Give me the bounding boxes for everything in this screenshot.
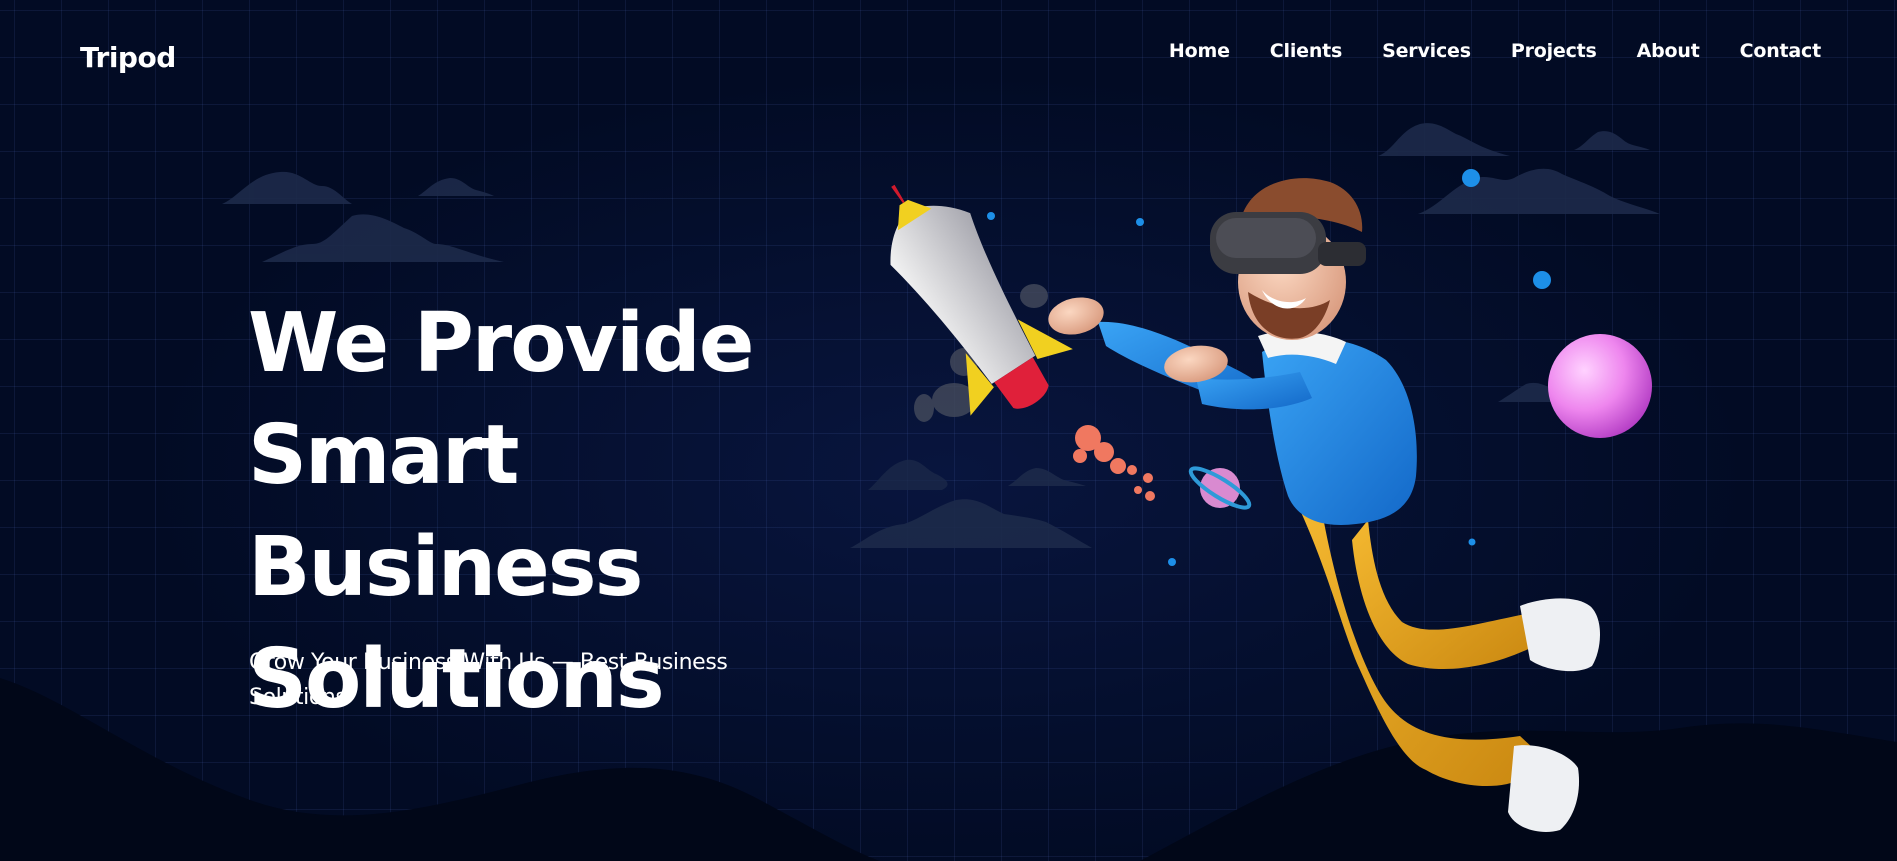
- nav-item-contact: Contact: [1740, 40, 1822, 62]
- nav-item-clients: Clients: [1270, 40, 1343, 62]
- nav-link-contact[interactable]: Contact: [1740, 40, 1822, 62]
- brand-logo[interactable]: Tripod: [80, 41, 176, 74]
- orb-sphere: [1548, 334, 1652, 438]
- hero-subtitle: Grow Your Business With Us — Best Busine…: [249, 650, 728, 710]
- hero-title-line: We Provide: [248, 296, 754, 391]
- nav-link-projects[interactable]: Projects: [1511, 40, 1597, 62]
- hero-section: Tripod Home Clients Services Projects Ab…: [0, 0, 1897, 861]
- planet-ring: [1188, 466, 1252, 510]
- nav-item-home: Home: [1169, 40, 1230, 62]
- main-navigation: Home Clients Services Projects About Con…: [1169, 40, 1821, 62]
- nav-link-about[interactable]: About: [1637, 40, 1700, 62]
- nav-item-about: About: [1637, 40, 1700, 62]
- nav-link-services[interactable]: Services: [1382, 40, 1471, 62]
- nav-link-home[interactable]: Home: [1169, 40, 1230, 62]
- nav-item-projects: Projects: [1511, 40, 1597, 62]
- hero-title-line: Smart Business: [248, 408, 643, 615]
- nav-link-clients[interactable]: Clients: [1270, 40, 1343, 62]
- top-navbar: Tripod Home Clients Services Projects Ab…: [0, 0, 1897, 110]
- nav-item-services: Services: [1382, 40, 1471, 62]
